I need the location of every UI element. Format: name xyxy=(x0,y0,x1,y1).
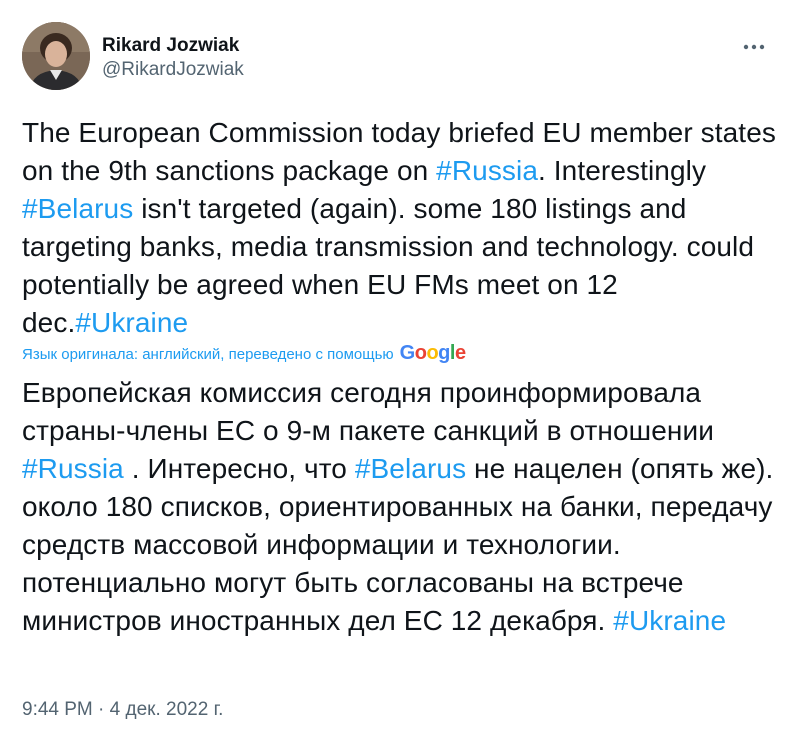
translated-text-segment: . Интересно, что xyxy=(123,453,355,484)
tweet-text-original: The European Commission today briefed EU… xyxy=(22,114,782,342)
tweet-time[interactable]: 9:44 PM xyxy=(22,699,93,720)
tweet-text-translated: Европейская комиссия сегодня проинформир… xyxy=(22,374,782,640)
original-text-segment: . Interestingly xyxy=(538,155,707,186)
more-horizontal-icon xyxy=(743,44,765,50)
avatar[interactable] xyxy=(22,22,90,90)
translation-notice-label: Язык оригинала: английский, переведено с… xyxy=(22,346,394,363)
tweet-date[interactable]: 4 дек. 2022 г. xyxy=(110,699,224,720)
tweet-header: Rikard Jozwiak @RikardJozwiak xyxy=(22,22,778,94)
hashtag-russia[interactable]: #Russia xyxy=(436,155,538,186)
author-names: Rikard Jozwiak @RikardJozwiak xyxy=(102,34,244,82)
hashtag-ukraine-translated[interactable]: #Ukraine xyxy=(613,605,726,636)
tweet-timestamp: 9:44 PM · 4 дек. 2022 г. xyxy=(22,698,223,722)
author-display-name[interactable]: Rikard Jozwiak xyxy=(102,34,244,58)
google-logo: Google xyxy=(399,342,466,364)
translation-notice[interactable]: Язык оригинала: английский, переведено с… xyxy=(22,343,782,365)
hashtag-belarus[interactable]: #Belarus xyxy=(22,193,133,224)
tweet-body: The European Commission today briefed EU… xyxy=(22,114,782,640)
hashtag-russia-translated[interactable]: #Russia xyxy=(22,453,124,484)
hashtag-ukraine[interactable]: #Ukraine xyxy=(75,307,188,338)
timestamp-separator: · xyxy=(98,699,105,720)
translated-text-segment: Европейская комиссия сегодня проинформир… xyxy=(22,377,714,446)
tweet-card: Rikard Jozwiak @RikardJozwiak The Europe… xyxy=(0,0,800,738)
hashtag-belarus-translated[interactable]: #Belarus xyxy=(355,453,466,484)
more-options-button[interactable] xyxy=(734,32,774,62)
author-handle[interactable]: @RikardJozwiak xyxy=(102,58,244,82)
